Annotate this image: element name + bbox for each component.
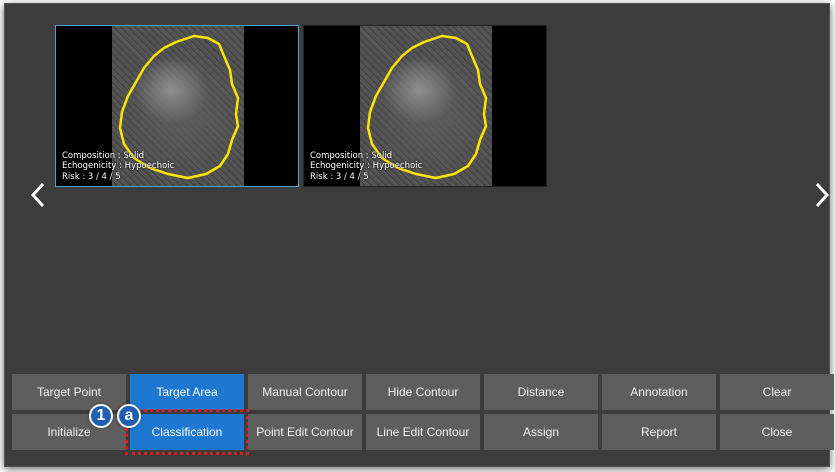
risk-text: Risk : 3 / 4 / 5: [62, 171, 121, 182]
classification-info: Composition : Solid Echogenicity : Hypoe…: [310, 151, 422, 183]
annotation-button[interactable]: Annotation: [602, 374, 716, 410]
clear-button[interactable]: Clear: [720, 374, 834, 410]
next-button[interactable]: [811, 180, 833, 210]
target-area-button[interactable]: Target Area: [130, 374, 244, 410]
ultrasound-thumbnail-1[interactable]: Composition : Solid Echogenicity : Hypoe…: [55, 25, 299, 187]
point-edit-contour-button[interactable]: Point Edit Contour: [248, 414, 362, 450]
close-button[interactable]: Close: [720, 414, 834, 450]
echogenicity-text: Echogenicity : Hypoechoic: [62, 161, 175, 171]
substep-badge: a: [117, 404, 141, 428]
ultrasound-thumbnail-2[interactable]: Composition : Solid Echogenicity : Hypoe…: [303, 25, 547, 187]
report-button[interactable]: Report: [602, 414, 716, 450]
distance-button[interactable]: Distance: [484, 374, 598, 410]
target-point-button[interactable]: Target Point: [12, 374, 126, 410]
chevron-left-icon: [31, 182, 45, 208]
hide-contour-button[interactable]: Hide Contour: [366, 374, 480, 410]
chevron-right-icon: [815, 182, 829, 208]
composition-text: Composition : Solid: [310, 150, 393, 161]
risk-text: Risk : 3 / 4 / 5: [310, 171, 369, 182]
composition-text: Composition : Solid: [62, 150, 145, 161]
classification-button[interactable]: Classification: [125, 409, 249, 455]
step-badge: 1: [89, 404, 113, 428]
assign-button[interactable]: Assign: [484, 414, 598, 450]
classification-info: Composition : Solid Echogenicity : Hypoe…: [62, 151, 174, 183]
manual-contour-button[interactable]: Manual Contour: [248, 374, 362, 410]
previous-button[interactable]: [27, 180, 49, 210]
line-edit-contour-button[interactable]: Line Edit Contour: [366, 414, 480, 450]
echogenicity-text: Echogenicity : Hypoechoic: [310, 161, 423, 171]
